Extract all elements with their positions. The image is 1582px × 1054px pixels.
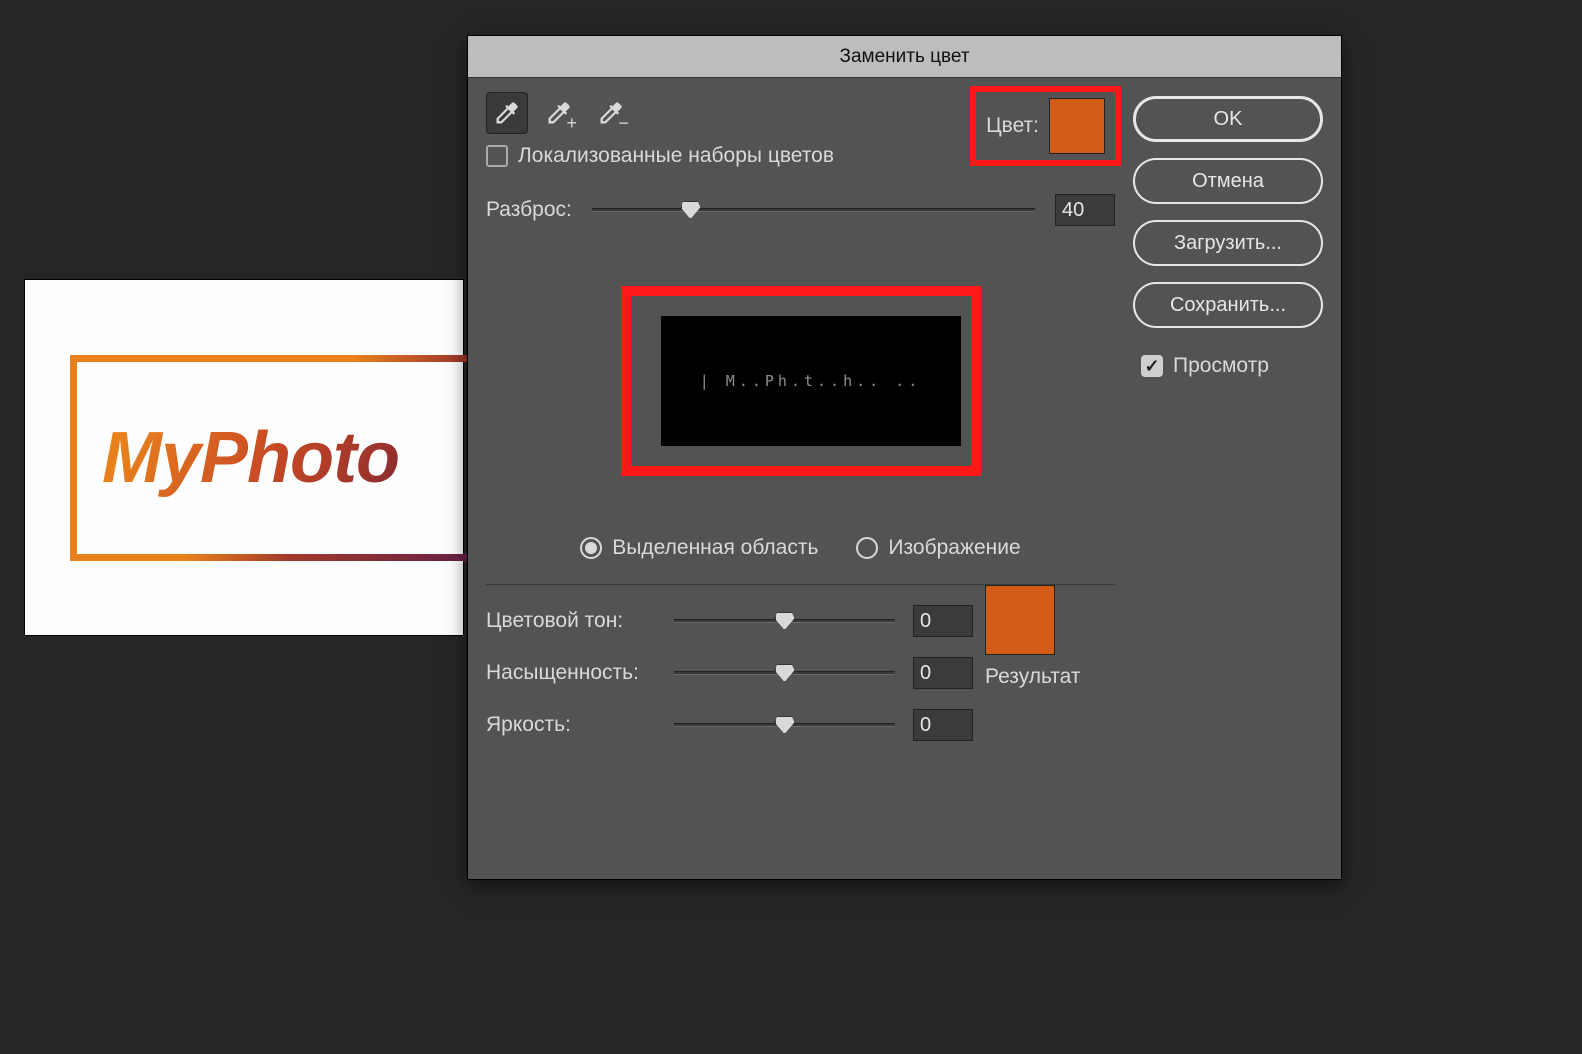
localized-color-clusters-checkbox[interactable] xyxy=(486,145,508,167)
eyedropper-icon xyxy=(493,99,521,127)
slider-thumb[interactable] xyxy=(775,716,795,734)
hue-input[interactable] xyxy=(913,605,973,637)
fuzziness-label: Разброс: xyxy=(486,198,572,222)
lightness-input[interactable] xyxy=(913,709,973,741)
image-radio-label: Изображение xyxy=(888,536,1020,560)
preview-checkbox-label: Просмотр xyxy=(1173,354,1269,378)
logo-text: MyPhoto xyxy=(102,418,399,498)
lightness-label: Яркость: xyxy=(486,713,656,737)
preview-checkbox[interactable]: ✓ xyxy=(1141,355,1163,377)
selection-preview[interactable]: | M..Ph.t..h.. .. xyxy=(661,316,961,446)
preview-mask-text: | M..Ph.t..h.. .. xyxy=(700,372,922,390)
color-label: Цвет: xyxy=(986,114,1039,138)
color-highlight-box: Цвет: xyxy=(970,86,1121,166)
fuzziness-input[interactable] xyxy=(1055,194,1115,226)
slider-thumb[interactable] xyxy=(681,201,701,219)
preview-highlight-box: | M..Ph.t..h.. .. xyxy=(621,286,981,476)
selection-radio[interactable] xyxy=(580,537,602,559)
dialog-title: Заменить цвет xyxy=(468,36,1341,78)
color-swatch[interactable] xyxy=(1049,98,1105,154)
save-button[interactable]: Сохранить... xyxy=(1133,282,1323,328)
minus-icon: − xyxy=(618,113,629,134)
load-button[interactable]: Загрузить... xyxy=(1133,220,1323,266)
selection-radio-label: Выделенная область xyxy=(612,536,818,560)
plus-icon: + xyxy=(566,113,577,134)
eyedropper-tool[interactable] xyxy=(486,92,528,134)
saturation-label: Насыщенность: xyxy=(486,661,656,685)
document-canvas: MyPhoto xyxy=(25,280,463,635)
result-swatch[interactable] xyxy=(985,585,1055,655)
hue-label: Цветовой тон: xyxy=(486,609,656,633)
lightness-slider[interactable] xyxy=(674,723,895,727)
saturation-slider[interactable] xyxy=(674,671,895,675)
saturation-input[interactable] xyxy=(913,657,973,689)
slider-thumb[interactable] xyxy=(775,664,795,682)
image-radio[interactable] xyxy=(856,537,878,559)
eyedropper-subtract-tool[interactable]: − xyxy=(590,92,632,134)
eyedropper-add-tool[interactable]: + xyxy=(538,92,580,134)
slider-thumb[interactable] xyxy=(775,612,795,630)
cancel-button[interactable]: Отмена xyxy=(1133,158,1323,204)
localized-color-clusters-label: Локализованные наборы цветов xyxy=(518,144,834,168)
replace-color-dialog: Заменить цвет + − xyxy=(467,35,1342,880)
hue-slider[interactable] xyxy=(674,619,895,623)
ok-button[interactable]: OK xyxy=(1133,96,1323,142)
result-label: Результат xyxy=(985,665,1081,689)
fuzziness-slider[interactable] xyxy=(592,208,1035,212)
